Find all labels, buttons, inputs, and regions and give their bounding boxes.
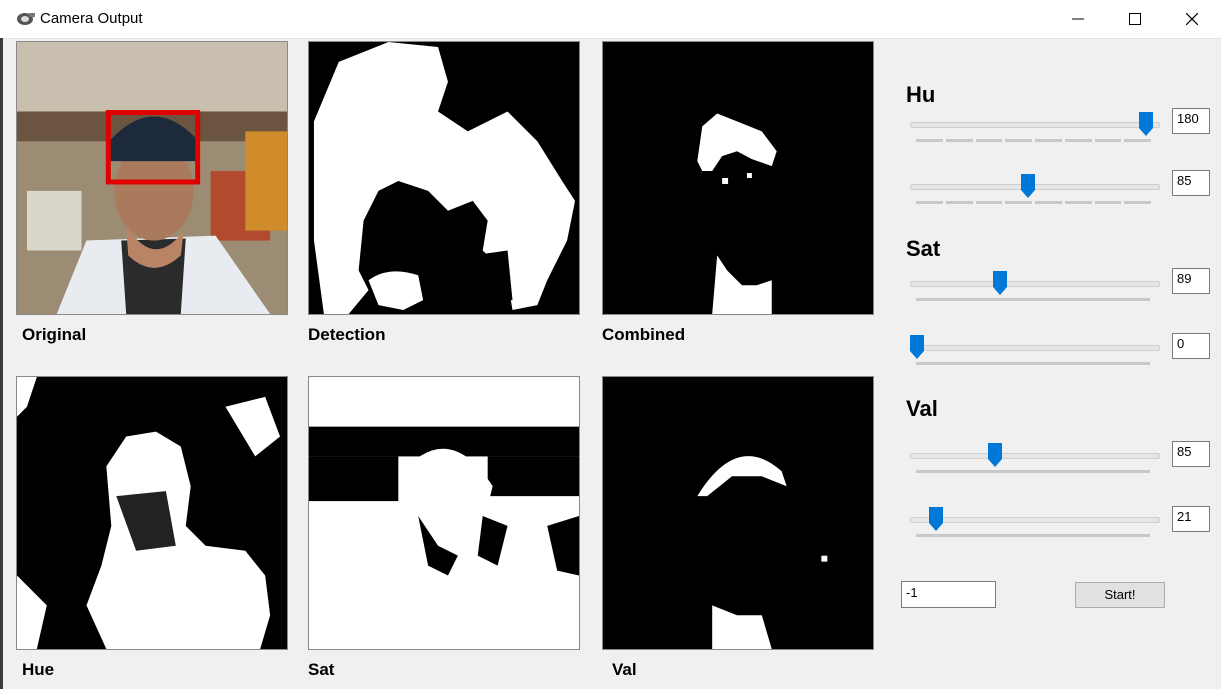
window-title: Camera Output (40, 10, 143, 27)
minimize-icon (1072, 18, 1084, 20)
slider-tick (945, 201, 973, 204)
slider-baseline (916, 298, 1150, 301)
hu-group-label: Hu (906, 82, 936, 107)
slider-track[interactable] (910, 184, 1160, 190)
slider-track[interactable] (910, 453, 1160, 459)
sat-max-value: 89 (1172, 268, 1210, 294)
slider-tick (1035, 201, 1062, 204)
slider-tick (1005, 201, 1032, 204)
slider-ticks (916, 470, 1154, 474)
slider-ticks (916, 298, 1154, 302)
val-group-label: Val (906, 396, 938, 421)
slider-tick (975, 139, 1003, 142)
hue-image (16, 376, 288, 650)
hu-min-value: 85 (1172, 170, 1210, 196)
val-min-value: 21 (1172, 506, 1210, 532)
minimize-button[interactable] (1049, 0, 1107, 38)
slider-track[interactable] (910, 122, 1160, 128)
combined-image (602, 41, 874, 315)
slider-tick (945, 139, 973, 142)
maximize-button[interactable] (1106, 0, 1164, 38)
val-image (602, 376, 874, 650)
val-max-slider[interactable] (910, 443, 1160, 480)
start-button[interactable]: Start! (1075, 582, 1165, 608)
slider-track[interactable] (910, 517, 1160, 523)
val-max-value: 85 (1172, 441, 1210, 467)
close-button[interactable] (1163, 0, 1221, 38)
slider-tick (916, 201, 943, 204)
original-image (16, 41, 288, 315)
detection-image (308, 41, 580, 315)
val-min-slider[interactable] (910, 507, 1160, 544)
hu-min-slider[interactable] (910, 174, 1160, 211)
slider-thumb[interactable] (992, 271, 1007, 295)
combined-label: Combined (602, 325, 686, 344)
slider-tick (1094, 139, 1122, 142)
slider-thumb[interactable] (928, 507, 943, 531)
slider-baseline (916, 470, 1150, 473)
window-edge (0, 38, 3, 689)
slider-tick (975, 201, 1003, 204)
slider-tick (1124, 201, 1151, 204)
title-bar: Camera Output (0, 0, 1221, 39)
sat-max-slider[interactable] (910, 271, 1160, 308)
slider-baseline (916, 362, 1150, 365)
slider-track[interactable] (910, 281, 1160, 287)
slider-tick (1035, 139, 1062, 142)
slider-baseline (916, 534, 1150, 537)
maximize-icon (1129, 13, 1141, 25)
close-icon (1186, 13, 1198, 25)
slider-tick (1094, 201, 1122, 204)
slider-ticks (916, 534, 1154, 538)
slider-thumb[interactable] (910, 335, 924, 359)
original-label: Original (22, 325, 87, 344)
slider-ticks (916, 362, 1154, 366)
hue-label: Hue (22, 660, 55, 679)
slider-thumb[interactable] (987, 443, 1002, 467)
sat-image (308, 376, 580, 650)
hu-max-slider[interactable] (910, 112, 1160, 149)
output-field[interactable]: -1 (901, 581, 996, 608)
slider-tick (1064, 139, 1092, 142)
slider-thumb[interactable] (1020, 174, 1035, 198)
hu-max-value: 180 (1172, 108, 1210, 134)
slider-track[interactable] (910, 345, 1160, 351)
slider-tick (1005, 139, 1032, 142)
val-label: Val (612, 660, 637, 679)
detection-label: Detection (308, 325, 386, 344)
sat-label: Sat (308, 660, 335, 679)
slider-thumb[interactable] (1138, 112, 1153, 136)
camera-icon (16, 9, 36, 27)
slider-tick (916, 139, 943, 142)
sat-group-label: Sat (906, 236, 941, 261)
slider-tick (1064, 201, 1092, 204)
sat-min-value: 0 (1172, 333, 1210, 359)
sat-min-slider[interactable] (910, 335, 1160, 372)
slider-ticks (916, 139, 1154, 143)
slider-ticks (916, 201, 1154, 205)
slider-tick (1124, 139, 1151, 142)
